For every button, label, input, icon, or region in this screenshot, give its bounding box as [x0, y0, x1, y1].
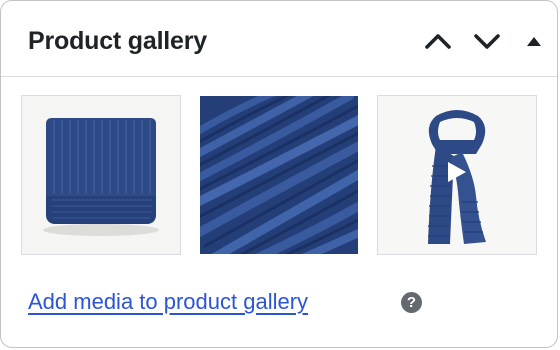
- move-up-button[interactable]: [421, 25, 455, 57]
- triangle-up-icon: [527, 37, 541, 46]
- product-gallery-panel: Product gallery Add media to product gal…: [0, 0, 558, 348]
- move-down-button[interactable]: [470, 25, 504, 57]
- panel-header: Product gallery: [1, 1, 557, 77]
- chevron-down-icon: [474, 34, 500, 49]
- toggle-panel-button[interactable]: [519, 25, 549, 57]
- panel-title: Product gallery: [28, 27, 207, 55]
- add-media-link[interactable]: Add media to product gallery: [28, 288, 308, 316]
- knit-texture-image[interactable]: [199, 95, 359, 255]
- help-icon[interactable]: ?: [401, 292, 422, 313]
- folded-scarf-image[interactable]: [21, 95, 181, 255]
- chevron-up-icon: [425, 34, 451, 49]
- draped-scarf-image[interactable]: [377, 95, 537, 255]
